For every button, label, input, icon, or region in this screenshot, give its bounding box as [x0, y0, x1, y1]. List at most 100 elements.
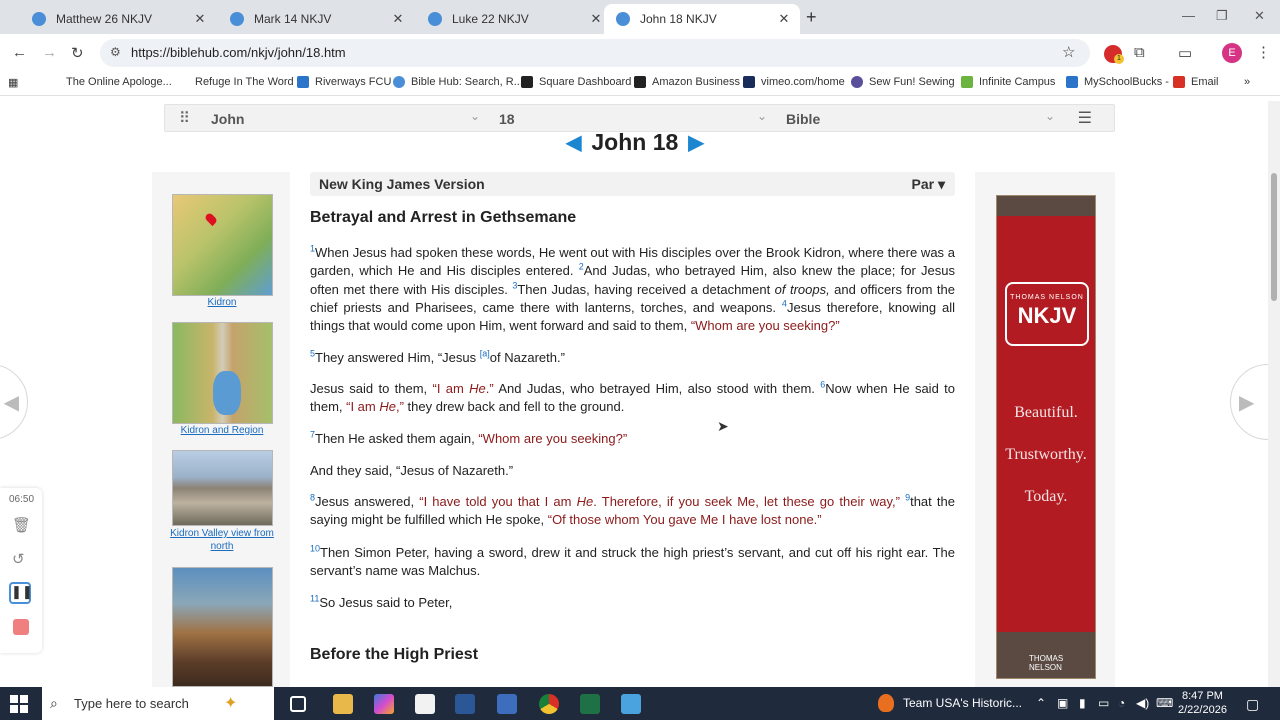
image-caption-link[interactable]: Kidron and Region	[162, 424, 282, 437]
bookmark-item[interactable]: Amazon Business	[634, 76, 740, 88]
tab-close-icon[interactable]: ✕	[192, 11, 208, 27]
verse-number[interactable]: 11	[310, 594, 319, 604]
maximize-icon[interactable]: ❐	[1216, 8, 1228, 24]
chevron-down-icon: ⌄	[470, 109, 481, 123]
verse-paragraph: 8Jesus answered, “I have told you that I…	[310, 493, 955, 530]
hamburger-menu-icon[interactable]: ☰	[1078, 108, 1092, 128]
restart-icon[interactable]: ↺	[12, 550, 25, 568]
stop-icon[interactable]	[13, 619, 29, 635]
scrollbar-thumb[interactable]	[1271, 173, 1277, 301]
url-text[interactable]: https://biblehub.com/nkjv/john/18.htm	[131, 45, 346, 60]
tab-matthew-26[interactable]: Matthew 26 NKJV ✕	[20, 4, 216, 34]
parallel-dropdown[interactable]: Par ▾	[912, 176, 946, 193]
tab-title: Mark 14 NKJV	[254, 12, 332, 26]
tab-close-icon[interactable]: ✕	[588, 11, 604, 27]
file-explorer-icon[interactable]	[333, 694, 353, 714]
previous-page-arrow[interactable]: ◀	[0, 364, 28, 440]
book-select[interactable]: John	[211, 111, 244, 127]
bookmark-item[interactable]: Refuge In The Word	[195, 76, 294, 88]
page-scrollbar[interactable]	[1268, 101, 1280, 687]
previous-chapter-icon[interactable]: ◀	[566, 130, 581, 155]
forward-icon[interactable]: →	[42, 44, 57, 61]
store-icon[interactable]	[415, 694, 435, 714]
tab-luke-22[interactable]: Luke 22 NKJV ✕	[416, 4, 612, 34]
minimize-icon[interactable]: —	[1182, 8, 1195, 23]
tab-john-18[interactable]: John 18 NKJV ✕	[604, 4, 800, 34]
menu-kebab-icon[interactable]: ⋮	[1256, 43, 1271, 61]
version-name[interactable]: New King James Version	[319, 176, 485, 192]
bookmark-star-icon[interactable]: ☆	[1062, 43, 1075, 61]
profile-avatar[interactable]: E	[1222, 43, 1242, 63]
volume-icon[interactable]: ◀)	[1136, 696, 1149, 710]
bookmark-item[interactable]: Square Dashboard	[521, 76, 631, 88]
calculator-icon[interactable]	[497, 694, 517, 714]
image-caption-link[interactable]: Kidron Valley view from north	[162, 527, 282, 553]
tab-close-icon[interactable]: ✕	[390, 11, 406, 27]
verse-paragraph: 11So Jesus said to Peter,	[310, 594, 955, 612]
ad-top-band	[997, 196, 1095, 216]
word-icon[interactable]	[455, 694, 475, 714]
snipping-tool-icon[interactable]	[621, 694, 641, 714]
cast-icon[interactable]: ▭	[1178, 44, 1192, 62]
next-page-arrow[interactable]: ▶	[1230, 364, 1268, 440]
taskbar-search[interactable]: ⌕ Type here to search ✦	[42, 687, 274, 720]
reload-icon[interactable]: ↻	[71, 44, 84, 62]
next-chapter-icon[interactable]: ▶	[688, 130, 703, 155]
battery-icon[interactable]: ▭	[1098, 696, 1109, 710]
windows-start-icon[interactable]	[10, 695, 28, 713]
footnote-link[interactable]: [a]	[480, 349, 490, 359]
notifications-icon[interactable]: ▢	[1246, 696, 1259, 713]
bookmark-item[interactable]: MySchoolBucks -	[1066, 76, 1169, 88]
more-bookmarks-icon[interactable]: »	[1244, 76, 1250, 88]
jesus-arrest-painting[interactable]	[172, 567, 273, 687]
nkjv-advertisement[interactable]: THOMAS NELSON NKJV Beautiful. Trustworth…	[996, 195, 1096, 679]
chapter-select[interactable]: 18	[499, 111, 515, 127]
copilot-icon[interactable]	[374, 694, 394, 714]
verse-number[interactable]: 10	[310, 544, 320, 554]
news-widget[interactable]: Team USA's Historic...	[903, 696, 1022, 710]
bookmark-item[interactable]: Bible Hub: Search, R...	[393, 76, 523, 88]
clock-date: 2/22/2026	[1178, 704, 1227, 716]
bookmark-item[interactable]: Email	[1173, 76, 1219, 88]
bookmark-item[interactable]: Infinite Campus	[961, 76, 1055, 88]
keyboard-icon[interactable]: ⌨	[1156, 696, 1173, 710]
kidron-valley-photo[interactable]	[172, 450, 273, 526]
usb-icon[interactable]: ▮	[1079, 696, 1086, 710]
tab-close-icon[interactable]: ✕	[776, 11, 792, 27]
new-tab-button[interactable]: +	[806, 7, 817, 28]
site-info-icon[interactable]: ⚙	[110, 45, 121, 59]
pause-icon[interactable]: ❚❚	[9, 582, 33, 604]
kidron-map-image[interactable]	[172, 194, 273, 296]
trash-icon[interactable]: 🗑	[12, 516, 31, 534]
bookmark-item[interactable]: Sew Fun! Sewing	[851, 76, 955, 88]
bookmark-item[interactable]: vimeo.com/home	[743, 76, 845, 88]
task-view-icon[interactable]	[290, 696, 306, 712]
extension-badge: 1	[1114, 54, 1124, 64]
back-icon[interactable]: ←	[12, 44, 27, 61]
address-bar[interactable]: ⚙ https://biblehub.com/nkjv/john/18.htm …	[100, 39, 1090, 67]
bookmark-item[interactable]: Riverways FCU	[297, 76, 391, 88]
extensions-puzzle-icon[interactable]: ⧉	[1134, 44, 1145, 61]
taskbar-clock[interactable]: 8:47 PM 2/22/2026	[1178, 689, 1227, 717]
tray-chevron-icon[interactable]: ⌃	[1036, 696, 1046, 710]
verse-text: And Judas, who betrayed Him, also stood …	[493, 381, 821, 396]
grid-menu-icon[interactable]: ⠿	[179, 109, 190, 127]
words-of-jesus: .”	[485, 381, 494, 396]
wifi-icon[interactable]: ◔	[1118, 696, 1125, 710]
verse-text: Then Judas, having received a detachment	[517, 281, 775, 297]
bookmark-item[interactable]: The Online Apologe...	[66, 76, 172, 88]
words-of-jesus: “Whom are you seeking?”	[690, 318, 840, 334]
chrome-icon[interactable]	[539, 694, 559, 714]
tab-mark-14[interactable]: Mark 14 NKJV ✕	[218, 4, 414, 34]
mode-select[interactable]: Bible	[786, 111, 820, 127]
tab-title: Luke 22 NKJV	[452, 12, 529, 26]
excel-icon[interactable]	[580, 694, 600, 714]
ad-footer-brand: THOMAS NELSON	[1029, 654, 1064, 672]
close-window-icon[interactable]: ✕	[1254, 8, 1265, 24]
biblehub-favicon-icon	[616, 12, 630, 26]
apps-grid-icon[interactable]: ▦	[8, 76, 18, 89]
left-media-column: Kidron Kidron and Region Kidron Valley v…	[152, 172, 290, 687]
kidron-region-map-image[interactable]	[172, 322, 273, 424]
meet-icon[interactable]: ▣	[1057, 696, 1068, 710]
image-caption-link[interactable]: Kidron	[162, 296, 282, 309]
